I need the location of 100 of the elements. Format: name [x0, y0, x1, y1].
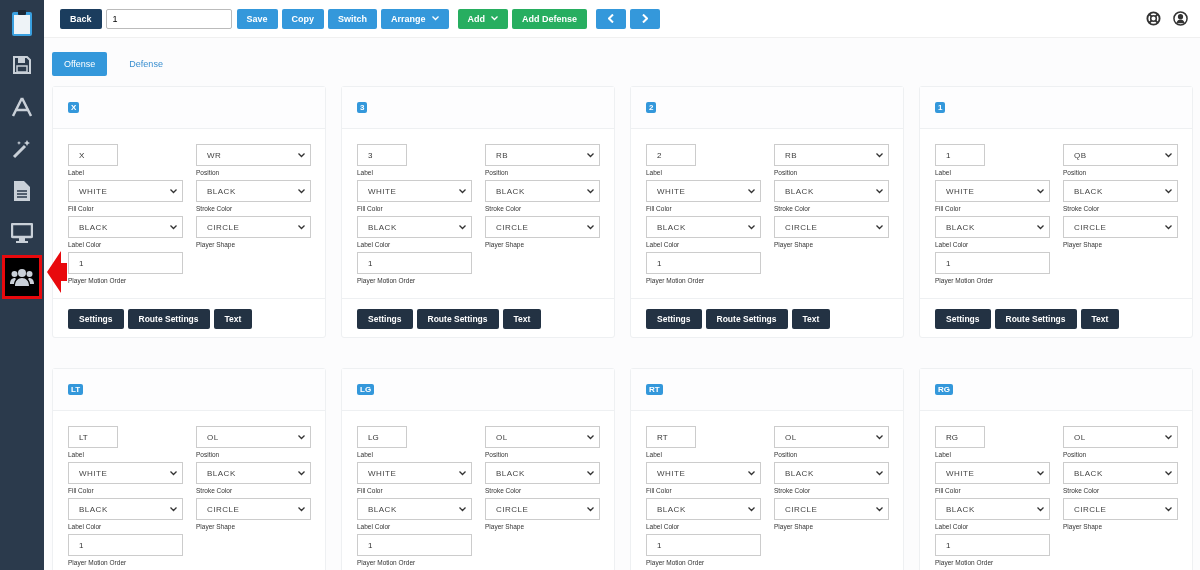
caret-icon — [459, 506, 466, 512]
previous-button[interactable] — [596, 8, 627, 29]
dropdown-field[interactable]: BLACK — [357, 498, 472, 520]
input-field[interactable]: 1 — [935, 534, 1050, 556]
clipboard-icon — [11, 9, 33, 37]
caret-icon — [587, 470, 594, 476]
dropdown-field[interactable]: BLACK — [1063, 180, 1178, 202]
caret-icon — [298, 434, 305, 440]
dropdown-field[interactable]: BLACK — [485, 180, 600, 202]
dropdown-field[interactable]: WR — [196, 144, 311, 166]
card-button[interactable]: Settings — [935, 309, 991, 329]
dropdown-field[interactable]: BLACK — [774, 462, 889, 484]
dropdown-field[interactable]: OL — [196, 426, 311, 448]
dropdown-field[interactable]: BLACK — [646, 216, 761, 238]
dropdown-field[interactable]: RB — [774, 144, 889, 166]
label-field[interactable]: LT — [68, 426, 118, 448]
dropdown-field[interactable]: BLACK — [196, 462, 311, 484]
dropdown-field[interactable]: CIRCLE — [1063, 498, 1178, 520]
next-button[interactable] — [630, 8, 661, 29]
dropdown-field[interactable]: CIRCLE — [485, 498, 600, 520]
caret-icon — [1165, 470, 1172, 476]
dropdown-field[interactable]: RB — [485, 144, 600, 166]
dropdown-field[interactable]: OL — [1063, 426, 1178, 448]
user-icon[interactable] — [1173, 11, 1188, 26]
dropdown-field[interactable]: WHITE — [646, 462, 761, 484]
input-field[interactable]: 1 — [357, 534, 472, 556]
card-button[interactable]: Settings — [68, 309, 124, 329]
dropdown-field[interactable]: BLACK — [357, 216, 472, 238]
dropdown-field[interactable]: WHITE — [68, 180, 183, 202]
card-button[interactable]: Text — [502, 309, 542, 329]
dropdown-field[interactable]: BLACK — [646, 498, 761, 520]
caret-icon — [170, 506, 177, 512]
card-button[interactable]: Text — [791, 309, 831, 329]
dropdown-field[interactable]: WHITE — [357, 462, 472, 484]
dropdown-field[interactable]: BLACK — [68, 216, 183, 238]
dropdown-field[interactable]: WHITE — [935, 180, 1050, 202]
dropdown-field[interactable]: BLACK — [196, 180, 311, 202]
player-badge: LG — [357, 384, 375, 395]
caret-icon — [459, 188, 466, 194]
tab[interactable]: Defense — [117, 52, 175, 76]
label-field[interactable]: 2 — [646, 144, 696, 166]
input-field[interactable]: 1 — [935, 252, 1050, 274]
dropdown-field[interactable]: WHITE — [357, 180, 472, 202]
player-badge: 2 — [646, 102, 657, 113]
caret-icon — [1037, 224, 1044, 230]
dropdown-field[interactable]: CIRCLE — [196, 216, 311, 238]
dropdown-field[interactable]: OL — [485, 426, 600, 448]
dropdown-field[interactable]: QB — [1063, 144, 1178, 166]
caret-icon — [748, 470, 755, 476]
label-field[interactable]: LG — [357, 426, 407, 448]
dropdown-field[interactable]: CIRCLE — [774, 498, 889, 520]
dropdown-field[interactable]: BLACK — [774, 180, 889, 202]
card-button[interactable]: Settings — [357, 309, 413, 329]
card-button[interactable]: Text — [1080, 309, 1120, 329]
caret-icon — [587, 188, 594, 194]
arrow-annotation — [47, 251, 67, 293]
dropdown-field[interactable]: CIRCLE — [1063, 216, 1178, 238]
sidebar-item[interactable] — [2, 255, 42, 299]
caret-icon — [1037, 506, 1044, 512]
caret-icon — [1165, 188, 1172, 194]
dropdown-field[interactable]: BLACK — [1063, 462, 1178, 484]
player-badge: LT — [68, 384, 84, 395]
caret-icon — [170, 224, 177, 230]
dropdown-field[interactable]: CIRCLE — [774, 216, 889, 238]
label-field[interactable]: RG — [935, 426, 985, 448]
caret-icon — [170, 470, 177, 476]
dropdown-field[interactable]: BLACK — [935, 216, 1050, 238]
help-icon[interactable] — [1146, 11, 1161, 26]
input-field[interactable]: 1 — [68, 252, 183, 274]
card-button[interactable]: Route Settings — [705, 309, 788, 329]
player-badge: RT — [646, 384, 663, 395]
input-field[interactable]: 1 — [646, 252, 761, 274]
card-button[interactable]: Settings — [646, 309, 702, 329]
dropdown-field[interactable]: BLACK — [68, 498, 183, 520]
card-button[interactable]: Route Settings — [127, 309, 210, 329]
label-field[interactable]: 1 — [935, 144, 985, 166]
label-field[interactable]: X — [68, 144, 118, 166]
input-field[interactable]: 1 — [357, 252, 472, 274]
caret-icon — [587, 224, 594, 230]
dropdown-field[interactable]: CIRCLE — [485, 216, 600, 238]
input-field[interactable]: 1 — [68, 534, 183, 556]
input-field[interactable]: 1 — [646, 534, 761, 556]
caret-icon — [459, 470, 466, 476]
dropdown-field[interactable]: WHITE — [935, 462, 1050, 484]
player-badge: X — [68, 102, 80, 113]
back-button[interactable]: Back — [60, 8, 102, 29]
dropdown-field[interactable]: WHITE — [646, 180, 761, 202]
label-field[interactable]: 3 — [357, 144, 407, 166]
dropdown-field[interactable]: BLACK — [935, 498, 1050, 520]
player-badge: 1 — [935, 102, 946, 113]
card-button[interactable]: Route Settings — [416, 309, 499, 329]
label-field[interactable]: RT — [646, 426, 696, 448]
dropdown-field[interactable]: WHITE — [68, 462, 183, 484]
card-button[interactable]: Text — [213, 309, 253, 329]
dropdown-field[interactable]: BLACK — [485, 462, 600, 484]
play-number-field[interactable]: 1 — [105, 8, 232, 29]
dropdown-field[interactable]: CIRCLE — [196, 498, 311, 520]
caret-icon — [298, 152, 305, 158]
dropdown-field[interactable]: OL — [774, 426, 889, 448]
card-button[interactable]: Route Settings — [994, 309, 1077, 329]
